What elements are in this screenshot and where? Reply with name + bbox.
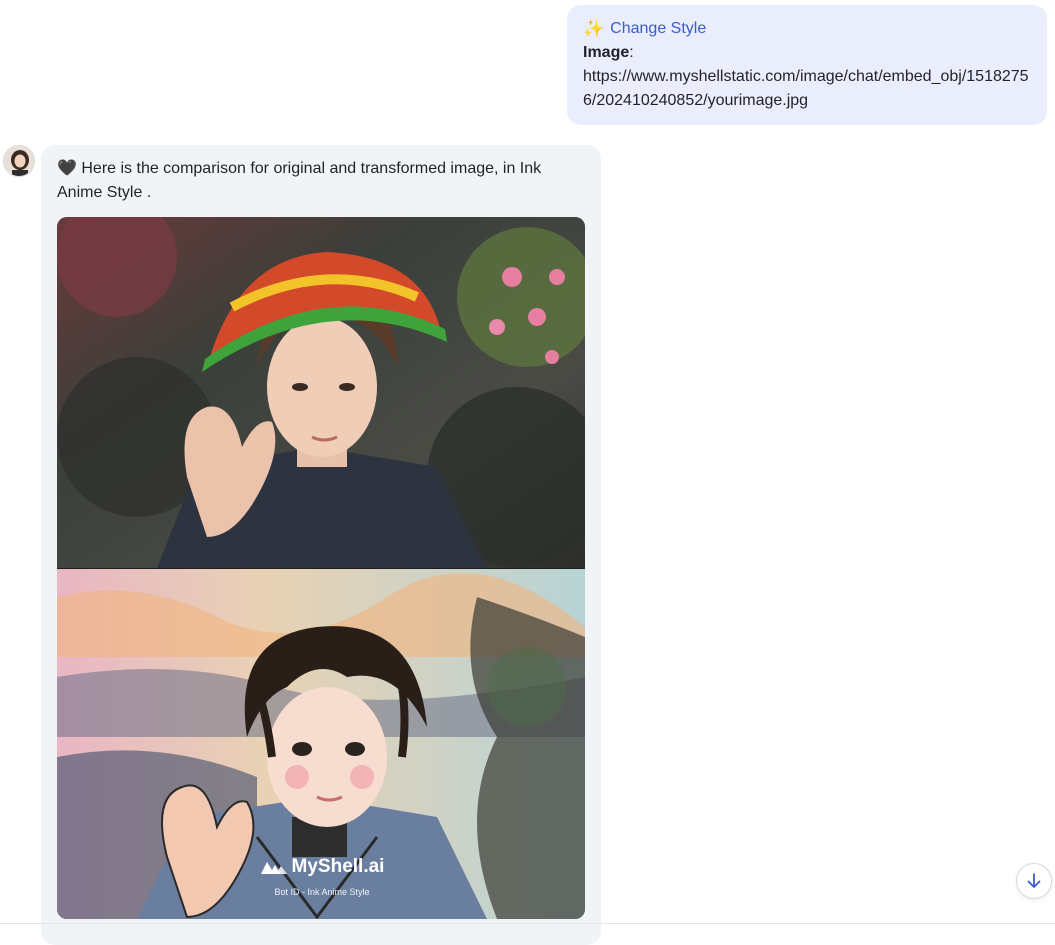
bot-message-text: 🖤 Here is the comparison for original an…: [57, 157, 567, 205]
image-url: https://www.myshellstatic.com/image/chat…: [583, 68, 1029, 109]
bot-message-body: Here is the comparison for original and …: [57, 160, 542, 201]
avatar-image: [4, 146, 34, 176]
bot-avatar[interactable]: [3, 145, 35, 177]
bottom-divider: [0, 923, 1055, 924]
scroll-to-bottom-button[interactable]: [1016, 863, 1052, 899]
sparkle-icon: ✨: [583, 19, 605, 38]
arrow-down-icon: [1027, 873, 1041, 888]
myshell-logo-icon: [260, 862, 287, 874]
change-style-label: Change Style: [610, 20, 707, 37]
user-message-bubble: ✨ Change Style Image: https://www.myshel…: [567, 5, 1047, 125]
watermark-subtitle: Bot ID - Ink Anime Style: [274, 887, 370, 897]
myshell-watermark: MyShell.ai Bot ID - Ink Anime Style: [257, 855, 387, 904]
watermark-brand: MyShell.ai: [291, 856, 385, 877]
change-style-action[interactable]: ✨ Change Style: [583, 17, 1031, 41]
comparison-image[interactable]: MyShell.ai Bot ID - Ink Anime Style: [57, 217, 585, 919]
black-heart-icon: 🖤: [57, 160, 77, 177]
image-label-colon: :: [629, 44, 634, 61]
image-label: Image: [583, 44, 630, 61]
bot-message-bubble: 🖤 Here is the comparison for original an…: [41, 145, 601, 945]
comparison-image-illustration: [57, 217, 585, 919]
